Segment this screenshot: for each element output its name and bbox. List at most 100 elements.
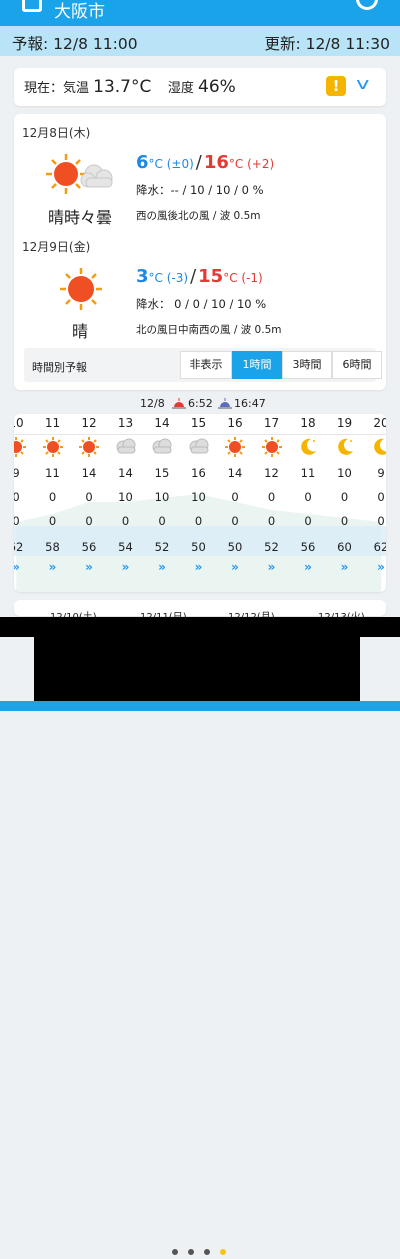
hour-column: 10 9 0 0 62 » xyxy=(14,414,34,592)
day1-rain: 降水：-- / 10 / 10 / 0 % xyxy=(136,183,264,197)
hour-temps: 10 xyxy=(337,466,352,480)
hour-precip-b: 0 xyxy=(340,514,349,528)
hour-humidity: 52 xyxy=(264,540,279,554)
wind-direction-icon: » xyxy=(304,560,312,574)
warning-icon[interactable]: ! xyxy=(326,76,346,96)
day1-temps: 6°C (±0)/16°C (+2) xyxy=(136,152,275,173)
hour-precip-a: 0 xyxy=(340,490,349,504)
hour-temps: 11 xyxy=(45,466,60,480)
hour-humidity: 60 xyxy=(337,540,352,554)
sunrise-icon xyxy=(172,398,186,409)
hour-label: 16 xyxy=(227,416,243,430)
hour-precip-a: 0 xyxy=(85,490,93,504)
hour-precip-b: 0 xyxy=(14,514,20,528)
forecast-time: 予報: 12/8 11:00 xyxy=(12,35,138,53)
day2-wind: 北の風日中南西の風 / 波 0.5m xyxy=(136,324,282,336)
hour-precip-b: 0 xyxy=(194,514,203,528)
hour-humidity: 54 xyxy=(118,540,133,554)
hour-precip-a: 0 xyxy=(231,490,239,504)
six-hour-button[interactable]: 6時間 xyxy=(332,351,382,379)
moon-icon xyxy=(290,436,326,462)
hour-column: 13 14 10 0 54 » xyxy=(108,414,144,592)
cloud-icon xyxy=(144,436,180,462)
hour-label: 11 xyxy=(44,416,61,430)
day1-wind: 西の風後北の風 / 波 0.5m xyxy=(136,210,261,222)
moon-icon xyxy=(363,436,386,462)
one-hour-button[interactable]: 1時間 xyxy=(232,351,282,379)
moon-icon xyxy=(327,436,363,462)
page-dot xyxy=(204,1249,210,1255)
updated-time: 更新: 12/8 11:30 xyxy=(264,35,390,53)
bottom-bar xyxy=(0,701,400,711)
hour-label: 19 xyxy=(336,416,353,430)
hour-column: 16 14 0 0 50 » xyxy=(217,414,253,592)
hour-precip-b: 0 xyxy=(85,514,93,528)
wind-direction-icon: » xyxy=(231,560,239,574)
day2-date: 12月9日(金) xyxy=(22,240,91,254)
hour-precip-b: 0 xyxy=(231,514,239,528)
day2-weather: 晴 xyxy=(71,322,88,341)
hour-humidity: 50 xyxy=(227,540,243,554)
hour-humidity: 58 xyxy=(45,540,60,554)
page-dot xyxy=(172,1249,178,1255)
hourly-options-bar: 時間別予報 非表示 1時間 3時間 6時間 xyxy=(24,348,382,382)
ad-area xyxy=(34,637,360,701)
sun-icon xyxy=(14,436,34,462)
pager-bar xyxy=(0,617,400,1255)
hour-label: 12 xyxy=(81,416,97,430)
hour-column: 18 11 0 0 56 » xyxy=(290,414,326,592)
sun-icon xyxy=(254,436,290,462)
hourly-label: 時間別予報 xyxy=(32,361,87,374)
hour-precip-a: 10 xyxy=(154,490,170,504)
hour-temps: 11 xyxy=(300,466,316,480)
next-days-header: 12/10(土) 12/11(日) 12/12(月) 12/13(火) xyxy=(14,600,386,623)
current-temp: 13.7°C xyxy=(93,77,152,97)
hour-label: 20 xyxy=(373,416,386,430)
cloud-icon xyxy=(181,436,217,462)
page-dot xyxy=(188,1249,194,1255)
sun-icon xyxy=(71,436,107,462)
hour-label: 18 xyxy=(300,416,316,430)
sun-icon xyxy=(35,436,71,462)
hour-precip-b: 0 xyxy=(48,514,57,528)
wind-direction-icon: » xyxy=(158,560,166,574)
hour-precip-b: 0 xyxy=(267,514,276,528)
hour-humidity: 52 xyxy=(154,540,170,554)
page-indicator[interactable] xyxy=(172,1240,236,1259)
refresh-icon[interactable] xyxy=(356,0,378,10)
three-hour-button[interactable]: 3時間 xyxy=(282,351,332,379)
wind-direction-icon: » xyxy=(14,560,34,574)
current-conditions-card[interactable]: 現在：気温 13.7°C 湿度 46% ! v xyxy=(14,68,386,106)
chevron-down-icon[interactable]: v xyxy=(356,74,369,93)
hour-column: 15 16 10 0 50 » xyxy=(181,414,217,592)
hide-button[interactable]: 非表示 xyxy=(180,351,232,379)
sun-date: 12/8 xyxy=(140,397,165,410)
hour-label: 17 xyxy=(263,416,280,430)
sun-icon xyxy=(217,436,253,462)
hour-humidity: 62 xyxy=(14,540,24,554)
menu-icon[interactable] xyxy=(22,0,42,12)
current-text: 現在：気温 13.7°C 湿度 46% xyxy=(24,77,236,97)
hour-label: 13 xyxy=(117,416,134,430)
hour-column: 20 9 0 0 62 » xyxy=(363,414,386,592)
hour-label: 15 xyxy=(190,416,207,430)
hour-temps: 16 xyxy=(191,466,206,480)
time-bar: 予報: 12/8 11:00 更新: 12/8 11:30 xyxy=(0,26,400,56)
cloud-icon xyxy=(108,436,144,462)
hour-precip-b: 0 xyxy=(158,514,166,528)
wind-direction-icon: » xyxy=(267,560,276,574)
daily-forecast-card: 12月8日(木) 晴時々曇 6°C (±0)/16°C (+2) 降水：-- /… xyxy=(14,114,386,390)
hour-label: 10 xyxy=(14,416,24,430)
city-title: 大阪市 xyxy=(54,2,105,22)
hour-temps: 9 xyxy=(377,466,385,480)
wind-direction-icon: » xyxy=(377,560,385,574)
sunset-time: 16:47 xyxy=(234,397,266,410)
hour-column: 14 15 10 0 52 » xyxy=(144,414,180,592)
hourly-forecast-card[interactable]: 10 9 0 0 62 » 11 11 0 0 58 » 12 14 0 0 56 » 13 14 10 0 54 » 14 15… xyxy=(14,414,386,592)
hour-temps: 14 xyxy=(227,466,243,480)
hour-precip-a: 10 xyxy=(191,490,206,504)
wind-direction-icon: » xyxy=(121,560,130,574)
hour-precip-b: 0 xyxy=(377,514,385,528)
wind-direction-icon: » xyxy=(85,560,93,574)
hour-humidity: 50 xyxy=(191,540,206,554)
